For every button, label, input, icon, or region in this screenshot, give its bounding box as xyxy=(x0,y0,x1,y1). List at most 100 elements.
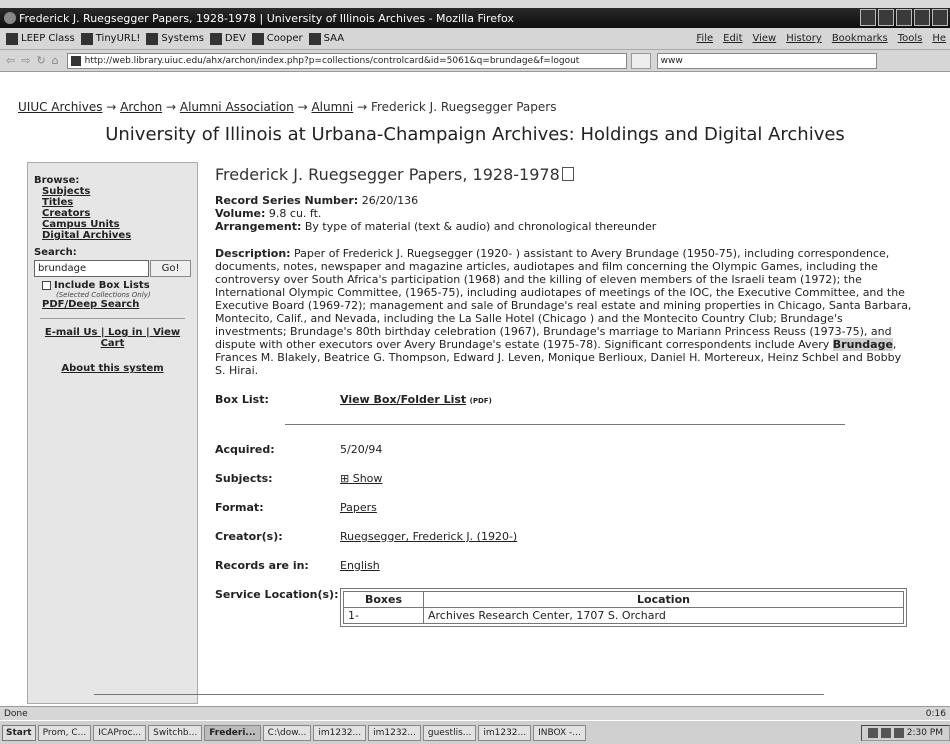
site-title: University of Illinois at Urbana-Champai… xyxy=(105,124,845,145)
bookmark-cooper[interactable]: Cooper xyxy=(251,32,303,45)
cart-link[interactable]: Cart xyxy=(34,338,191,349)
account-links: E-mail Us | Log in | View xyxy=(44,327,181,338)
menu-edit[interactable]: Edit xyxy=(723,33,742,44)
creator-row: Creator(s): Ruegsegger, Frederick J. (192… xyxy=(215,530,518,543)
volume-value: 9.8 cu. ft. xyxy=(268,207,322,220)
forward-icon[interactable]: ⇨ xyxy=(21,54,30,67)
task-switchb[interactable]: Switchb... xyxy=(148,724,203,741)
clock: 2:30 PM xyxy=(906,727,943,738)
include-box-lists[interactable]: Include Box Lists xyxy=(42,280,191,291)
go-button[interactable] xyxy=(630,52,651,69)
creator-link[interactable]: Ruegsegger, Frederick J. (1920-) xyxy=(340,530,517,543)
language-row: Records are in: English xyxy=(215,559,380,572)
series-number: 26/20/136 xyxy=(361,194,419,207)
show-subjects-link[interactable]: ⊞ Show xyxy=(340,472,382,485)
bookmark-saa[interactable]: SAA xyxy=(308,32,344,45)
browser-window: Frederick J. Ruegsegger Papers, 1928-197… xyxy=(0,0,950,744)
task-cdow[interactable]: C:\dow... xyxy=(262,724,312,741)
tray-icon[interactable] xyxy=(893,727,904,738)
location-table-wrap: Boxes Location 1- Archives Research Center… xyxy=(340,588,907,627)
service-location-row: Service Location(s): Boxes Location 1- Arc… xyxy=(215,588,915,627)
sidebar-divider xyxy=(40,318,185,319)
search-label: Search: xyxy=(34,247,77,258)
browser-search-input[interactable]: www xyxy=(656,52,877,69)
sidebar: Browse: Subjects Titles Creators Campus … xyxy=(27,162,198,704)
task-inbox[interactable]: INBOX -... xyxy=(533,724,586,741)
task-guestlis[interactable]: guestlis... xyxy=(422,724,477,741)
system-tray: 2:30 PM xyxy=(860,724,950,741)
checkbox-icon[interactable] xyxy=(42,281,51,290)
about-link[interactable]: About this system xyxy=(34,363,191,374)
bookmark-dev[interactable]: DEV xyxy=(209,32,246,45)
url-bar[interactable]: http://web.library.uiuc.edu/ahx/archon/i… xyxy=(66,52,627,69)
tray-icon-3[interactable] xyxy=(896,9,912,26)
crumb-archon[interactable]: Archon xyxy=(120,100,162,114)
record-main: Frederick J. Ruegsegger Papers, 1928-197… xyxy=(215,162,915,627)
crumb-alumni-association[interactable]: Alumni Association xyxy=(180,100,294,114)
task-icaproc[interactable]: ICAProc... xyxy=(93,724,147,741)
language-link[interactable]: English xyxy=(340,559,380,572)
subjects-row: Subjects: ⊞ Show xyxy=(215,472,383,485)
tray-icon[interactable] xyxy=(867,727,878,738)
window-controls[interactable] xyxy=(860,9,948,26)
tray-icon-2[interactable] xyxy=(878,9,894,26)
format-link[interactable]: Papers xyxy=(340,501,377,514)
col-location: Location xyxy=(423,591,904,608)
sidebar-link-subjects[interactable]: Subjects xyxy=(42,186,191,197)
menu-tools[interactable]: Tools xyxy=(898,33,923,44)
task-prom[interactable]: Prom, C... xyxy=(37,724,92,741)
start-button[interactable]: Start xyxy=(2,724,36,741)
status-time: 0:16 xyxy=(925,708,946,719)
status-bar: Done 0:16 xyxy=(0,706,950,720)
pdf-icon[interactable] xyxy=(561,167,574,181)
view-cart-link[interactable]: View xyxy=(153,327,180,338)
menu-bar: File Edit View History Bookmarks Tools H… xyxy=(696,33,950,44)
status-text: Done xyxy=(4,708,28,719)
go-search-button[interactable]: Go! xyxy=(150,260,191,277)
task-frederi[interactable]: Frederi... xyxy=(204,724,261,741)
tray-icon[interactable] xyxy=(880,727,891,738)
crumb-uiuc-archives[interactable]: UIUC Archives xyxy=(18,100,102,114)
breadcrumb: UIUC Archives → Archon → Alumni Associat… xyxy=(18,100,557,114)
page-content: UIUC Archives → Archon → Alumni Associat… xyxy=(0,72,950,708)
tray-icon-1[interactable] xyxy=(860,9,876,26)
box-folder-list-link[interactable]: View Box/Folder List xyxy=(340,393,466,406)
reload-icon[interactable]: ↻ xyxy=(36,54,45,67)
top-strip xyxy=(0,0,950,8)
bookmark-leep[interactable]: LEEP Class xyxy=(6,32,75,45)
sidebar-link-creators[interactable]: Creators xyxy=(42,208,191,219)
sidebar-link-campus-units[interactable]: Campus Units xyxy=(42,219,191,230)
task-im1232-a[interactable]: im1232... xyxy=(313,724,367,741)
close-button[interactable] xyxy=(932,9,948,26)
search-input[interactable]: brundage xyxy=(34,260,150,277)
menu-file[interactable]: File xyxy=(696,33,713,44)
back-icon[interactable]: ⇦ xyxy=(6,54,15,67)
sidebar-link-digital-archives[interactable]: Digital Archives xyxy=(42,230,191,241)
bookmark-tinyurl[interactable]: TinyURL! xyxy=(80,32,140,45)
minimize-button[interactable] xyxy=(914,9,930,26)
url-text: http://web.library.uiuc.edu/ahx/archon/i… xyxy=(84,55,580,66)
format-row: Format: Papers xyxy=(215,501,377,514)
bookmarks-toolbar: LEEP Class TinyURL! Systems DEV Cooper S… xyxy=(0,28,950,50)
login-link[interactable]: Log in xyxy=(108,327,142,338)
firefox-icon xyxy=(4,12,16,24)
navigation-toolbar: ⇦ ⇨ ↻ ⌂ http://web.library.uiuc.edu/ahx/… xyxy=(0,50,950,72)
bookmark-systems[interactable]: Systems xyxy=(146,32,204,45)
task-im1232-c[interactable]: im1232... xyxy=(478,724,532,741)
email-link[interactable]: E-mail Us xyxy=(45,327,98,338)
page-icon xyxy=(70,55,81,66)
menu-view[interactable]: View xyxy=(753,33,777,44)
pdf-deep-search-link[interactable]: PDF/Deep Search xyxy=(42,299,191,310)
menu-help[interactable]: He xyxy=(932,33,946,44)
task-im1232-b[interactable]: im1232... xyxy=(368,724,421,741)
table-row: 1- Archives Research Center, 1707 S. Orch… xyxy=(343,607,904,624)
location-table: Boxes Location 1- Archives Research Center… xyxy=(343,591,904,624)
search-row: brundage Go! xyxy=(34,260,191,277)
home-icon[interactable]: ⌂ xyxy=(52,54,59,67)
menu-bookmarks[interactable]: Bookmarks xyxy=(832,33,888,44)
search-highlight: Brundage xyxy=(832,338,893,351)
crumb-alumni[interactable]: Alumni xyxy=(311,100,353,114)
sidebar-link-titles[interactable]: Titles xyxy=(42,197,191,208)
crumb-current: Frederick J. Ruegsegger Papers xyxy=(370,100,557,114)
menu-history[interactable]: History xyxy=(786,33,822,44)
